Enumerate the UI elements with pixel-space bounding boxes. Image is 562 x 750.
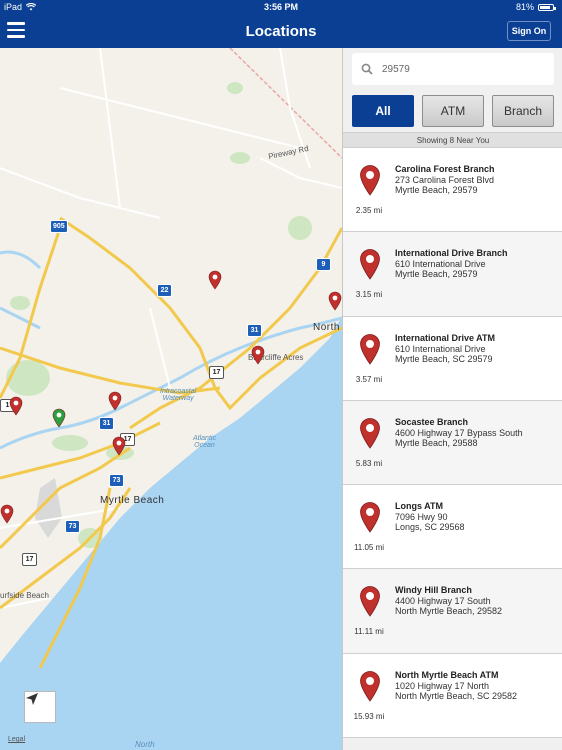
route-shield-17: 17 <box>22 553 37 566</box>
location-distance: 5.83 mi <box>355 458 383 468</box>
map-label-atlantic: Atlantic Ocean <box>193 435 216 449</box>
location-pin-icon <box>360 333 380 365</box>
map-pin[interactable] <box>112 436 126 456</box>
location-address-line1: 4600 Highway 17 Bypass South <box>395 427 523 438</box>
route-shield-905: 905 <box>50 220 68 233</box>
nav-bar: Locations Sign On <box>0 14 562 48</box>
location-list-item[interactable]: North Myrtle Beach ATM 1020 Highway 17 No… <box>343 653 562 739</box>
legal-link[interactable]: Legal <box>8 736 25 743</box>
location-address-line2: Myrtle Beach, 29579 <box>395 185 478 195</box>
location-name: Carolina Forest Branch <box>395 164 495 174</box>
filter-branch-button[interactable]: Branch <box>492 95 554 127</box>
location-list-item[interactable]: Longs ATM 7096 Hwy 90 Longs, SC 29568 11.05… <box>343 485 562 570</box>
route-shield-17: 17 <box>209 366 224 379</box>
location-distance: 3.57 mi <box>355 374 383 384</box>
filter-atm-button[interactable]: ATM <box>422 95 484 127</box>
location-name: Longs ATM <box>395 501 443 512</box>
location-name: Windy Hill Branch <box>395 585 472 596</box>
location-address-line1: 273 Carolina Forest Blvd <box>395 175 495 185</box>
status-time: 3:56 PM <box>263 2 298 12</box>
location-pin-icon <box>360 249 380 280</box>
route-shield-73: 73 <box>65 520 80 533</box>
map-pin[interactable] <box>108 391 122 411</box>
map-view[interactable]: Pireway Rd North Briarcliffe Acres Myrtl… <box>0 48 342 750</box>
map-label-waterway: Intracoastal Waterway <box>160 388 197 402</box>
battery-percent: 81% <box>515 2 534 12</box>
location-address-line1: 7096 Hwy 90 <box>395 512 448 523</box>
location-list-item[interactable]: Windy Hill Branch 4400 Highway 17 South No… <box>343 569 562 654</box>
map-pin[interactable] <box>328 291 342 311</box>
location-pin-icon <box>360 502 380 533</box>
map-pin[interactable] <box>0 504 14 524</box>
map-label-north-bottom: North <box>135 740 155 749</box>
location-address-line2: Myrtle Beach, SC 29579 <box>395 353 493 364</box>
location-address-line2: Myrtle Beach, 29588 <box>395 437 478 448</box>
battery-icon <box>538 3 556 11</box>
location-distance: 2.35 mi <box>355 206 383 215</box>
route-shield-31: 31 <box>99 417 114 430</box>
map-label-surfside: urfside Beach <box>0 591 49 600</box>
filter-all-button[interactable]: All <box>352 95 414 127</box>
locations-panel: All ATM Branch Showing 8 Near You Caroli… <box>342 48 562 750</box>
location-pin-icon <box>360 670 380 702</box>
location-distance: 11.05 mi <box>353 543 385 553</box>
location-list-item[interactable]: Carolina Forest Branch 273 Carolina Fores… <box>343 148 562 233</box>
search-input[interactable] <box>382 63 542 75</box>
location-address-line1: 1020 Highway 17 North <box>395 680 490 691</box>
location-distance: 3.15 mi <box>355 290 383 300</box>
location-list-item[interactable]: International Drive ATM 610 International… <box>343 316 562 401</box>
route-shield-73: 73 <box>109 474 124 487</box>
page-title: Locations <box>245 23 317 40</box>
location-pin-icon <box>360 586 380 618</box>
location-pin-icon <box>360 165 380 196</box>
map-label-north: North <box>313 322 340 333</box>
location-list: Carolina Forest Branch 273 Carolina Fores… <box>343 148 562 739</box>
location-address-line2: North Myrtle Beach, 29582 <box>395 606 503 617</box>
location-address-line2: North Myrtle Beach, SC 29582 <box>395 690 518 701</box>
filter-segmented-control: All ATM Branch <box>352 95 554 127</box>
location-name: International Drive ATM <box>395 332 496 343</box>
sign-on-button[interactable]: Sign On <box>507 21 551 41</box>
location-name: Socastee Branch <box>395 416 469 427</box>
location-distance: 11.11 mi <box>354 627 384 637</box>
location-pin-icon <box>360 417 380 449</box>
search-box[interactable] <box>352 53 554 85</box>
results-count: Showing 8 Near You <box>343 132 562 148</box>
railway <box>229 48 342 159</box>
location-arrow-icon <box>26 693 38 705</box>
status-right: 81% <box>515 2 556 12</box>
current-location-button[interactable] <box>24 691 56 723</box>
location-list-item[interactable]: Socastee Branch 4600 Highway 17 Bypass So… <box>343 400 562 486</box>
location-address-line1: 610 International Drive <box>395 259 486 270</box>
map-label-myrtle-beach: Myrtle Beach <box>100 495 165 506</box>
map-pin-current[interactable] <box>52 408 66 428</box>
location-name: International Drive Branch <box>395 248 508 259</box>
search-icon <box>360 62 374 76</box>
route-shield-9: 9 <box>316 258 331 271</box>
status-bar: iPad 3:56 PM 81% <box>0 0 562 14</box>
location-address-line1: 610 International Drive <box>395 343 486 354</box>
location-name: North Myrtle Beach ATM <box>395 669 499 680</box>
location-address-line1: 4400 Highway 17 South <box>395 596 491 607</box>
map-pin[interactable] <box>251 345 265 365</box>
location-distance: 15.93 mi <box>353 711 385 721</box>
location-address-line2: Myrtle Beach, 29579 <box>395 269 478 280</box>
map-pin[interactable] <box>208 270 222 290</box>
location-address-line2: Longs, SC 29568 <box>395 522 465 533</box>
route-shield-22: 22 <box>157 284 172 297</box>
route-shield-31: 31 <box>247 324 262 337</box>
location-list-item[interactable]: International Drive Branch 610 Internatio… <box>343 232 562 317</box>
map-pin[interactable] <box>9 396 23 416</box>
